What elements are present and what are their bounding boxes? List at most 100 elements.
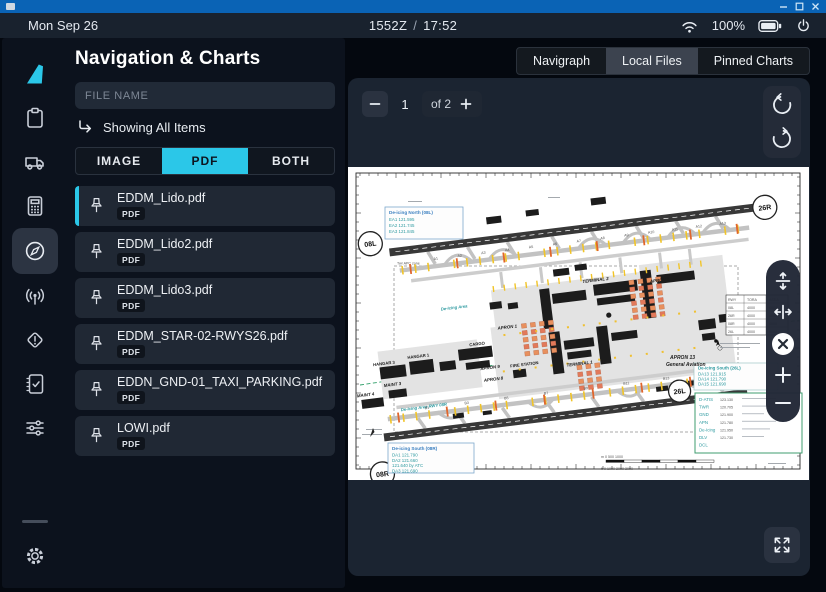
svg-text:APRON 13: APRON 13	[669, 355, 695, 361]
file-type-badge: PDF	[117, 345, 145, 358]
chart-image[interactable]: Twr APC zone	[348, 167, 809, 480]
page-controls: 1 of 2	[362, 91, 482, 117]
svg-text:121.640 by ATC: 121.640 by ATC	[392, 463, 423, 468]
tab-local-files[interactable]: Local Files	[606, 48, 698, 74]
sidebar-item-antenna[interactable]	[12, 274, 58, 318]
svg-text:GND: GND	[699, 412, 709, 417]
pin-icon[interactable]	[88, 334, 105, 354]
svg-text:TORA: TORA	[747, 298, 758, 302]
pin-icon[interactable]	[88, 242, 105, 262]
file-row[interactable]: EDDN_GND-01_TAXI_PARKING.pdfPDF	[75, 370, 335, 410]
filter-pdf-button[interactable]: PDF	[162, 148, 248, 174]
file-name-input[interactable]	[75, 82, 335, 109]
svg-text:121.900: 121.900	[720, 413, 733, 417]
svg-text:A13: A13	[719, 221, 726, 226]
close-chart-button[interactable]	[770, 331, 796, 357]
rotate-controls	[763, 86, 801, 158]
page-of-group: of 2	[422, 91, 482, 117]
page-minus-button[interactable]	[362, 91, 388, 117]
svg-text:4000: 4000	[747, 306, 755, 310]
sidebar-item-clipboard[interactable]	[12, 96, 58, 140]
file-row[interactable]: EDDM_Lido2.pdfPDF	[75, 232, 335, 272]
svg-text:B1: B1	[425, 406, 430, 411]
svg-text:4000: 4000	[747, 322, 755, 326]
sidebar-item-sliders[interactable]	[12, 406, 58, 450]
svg-text:A9: A9	[624, 233, 629, 238]
file-type-badge: PDF	[117, 253, 145, 266]
svg-text:EA3 121.845: EA3 121.845	[389, 229, 415, 234]
charts-file-panel: Navigation & Charts Showing All Items IM…	[67, 38, 345, 588]
svg-text:A4: A4	[505, 248, 510, 253]
sidebar-item-calculator[interactable]	[12, 184, 58, 228]
filter-both-button[interactable]: BOTH	[248, 148, 334, 174]
file-name: LOWI.pdf	[117, 422, 170, 435]
sidebar-item-vehicle[interactable]	[12, 140, 58, 184]
file-name: EDDM_Lido3.pdf	[117, 284, 212, 297]
fit-height-button[interactable]	[772, 269, 794, 293]
svg-text:A7: A7	[576, 239, 581, 244]
sidebar-item-navigation-active[interactable]	[12, 228, 58, 274]
svg-text:De-icing South (08R): De-icing South (08R)	[392, 446, 438, 451]
svg-text:DA3 121.690: DA3 121.690	[392, 468, 418, 473]
svg-text:RWY: RWY	[728, 298, 737, 302]
window-maximize-icon[interactable]	[795, 2, 804, 11]
svg-text:A12: A12	[695, 224, 702, 229]
svg-text:26L: 26L	[728, 330, 734, 334]
svg-text:DA2 121.660: DA2 121.660	[392, 458, 418, 463]
sidebar-item-checklist[interactable]	[12, 362, 58, 406]
deice-south-box: De-icing South (08R) DA1 121.790DA2 121.…	[388, 443, 474, 473]
file-row[interactable]: EDDM_STAR-02-RWYS26.pdfPDF	[75, 324, 335, 364]
svg-text:De-Icing: De-Icing	[699, 427, 716, 432]
svg-text:A11: A11	[672, 227, 679, 232]
window-close-icon[interactable]	[811, 2, 820, 11]
file-row[interactable]: EDDM_Lido.pdfPDF	[75, 186, 335, 226]
svg-text:A10: A10	[648, 230, 655, 235]
sidebar-divider	[22, 520, 48, 523]
zoom-in-button[interactable]	[773, 365, 793, 385]
page-plus-button[interactable]	[459, 97, 473, 111]
app-icon	[6, 3, 15, 10]
svg-text:m 0 500: m 0 500 1000	[601, 455, 623, 459]
pin-icon[interactable]	[88, 426, 105, 446]
branch-arrow-icon	[77, 119, 93, 135]
window-minimize-icon[interactable]	[779, 2, 788, 11]
sidebar-item-settings[interactable]	[12, 534, 58, 578]
pin-icon[interactable]	[88, 288, 105, 308]
svg-text:De-icing North (08L): De-icing North (08L)	[389, 210, 433, 215]
svg-text:EA2 121.745: EA2 121.745	[389, 223, 415, 228]
deice-north-box: De-icing North (08L) EA1 121.595EA2 121.…	[385, 207, 463, 239]
svg-text:DA15 121.690: DA15 121.690	[698, 382, 727, 387]
svg-text:123.130: 123.130	[720, 398, 733, 402]
svg-text:B7: B7	[544, 391, 549, 396]
pin-icon[interactable]	[88, 196, 105, 216]
svg-text:4000: 4000	[747, 314, 755, 318]
file-type-badge: PDF	[117, 391, 145, 404]
fullscreen-button[interactable]	[764, 527, 800, 563]
svg-text:08R: 08R	[728, 322, 735, 326]
file-type-badge: PDF	[117, 437, 145, 450]
svg-text:B13: B13	[663, 376, 670, 381]
chart-viewer-panel: 1 of 2	[348, 78, 810, 576]
window-titlebar[interactable]	[0, 0, 826, 13]
tab-pinned-charts[interactable]: Pinned Charts	[698, 48, 809, 74]
svg-text:TWR: TWR	[699, 405, 709, 410]
fit-width-button[interactable]	[771, 301, 795, 323]
filter-image-button[interactable]: IMAGE	[76, 148, 162, 174]
pin-icon[interactable]	[88, 380, 105, 400]
rotate-ccw-button[interactable]	[770, 93, 794, 117]
tab-navigraph[interactable]: Navigraph	[517, 48, 606, 74]
rotate-cw-button[interactable]	[770, 127, 794, 151]
status-clock: 1552Z/17:52	[0, 18, 826, 33]
svg-text:EA1 121.595: EA1 121.595	[389, 217, 415, 222]
zone-note: Twr APC zone	[397, 262, 420, 266]
svg-text:A8: A8	[600, 236, 605, 241]
sidebar-item-warnings[interactable]	[12, 318, 58, 362]
svg-text:4000: 4000	[747, 330, 755, 334]
svg-text:A3: A3	[481, 251, 486, 256]
file-row[interactable]: LOWI.pdf PDF	[75, 416, 335, 456]
file-row[interactable]: EDDM_Lido3.pdfPDF	[75, 278, 335, 318]
svg-text:121.730: 121.730	[720, 436, 733, 440]
svg-text:DA1 121.790: DA1 121.790	[392, 453, 418, 458]
page-number[interactable]: 1	[388, 97, 422, 112]
zoom-out-button[interactable]	[773, 393, 793, 413]
